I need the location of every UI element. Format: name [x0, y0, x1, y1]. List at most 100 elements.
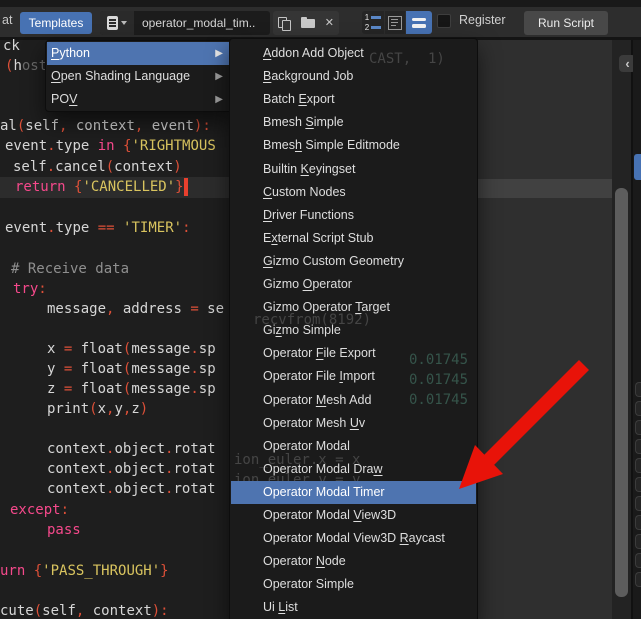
register-checkbox[interactable]	[437, 14, 451, 28]
code-line: y = float(message.sp	[47, 359, 216, 379]
menu-item-python[interactable]: Python ▶	[47, 42, 231, 65]
menu-item-gizmo-operator-target[interactable]: Gizmo Operator Target	[231, 296, 476, 319]
menu-item-label: POV	[51, 88, 77, 111]
menu-item-label: Gizmo Operator Target	[263, 296, 390, 319]
menu-item-label: Operator Modal Draw	[263, 458, 383, 481]
menu-item-label: Operator Modal	[263, 435, 350, 458]
syntax-highlight-toggle[interactable]	[406, 11, 432, 34]
clipped-tab-stub	[635, 496, 641, 511]
code-line: cute(self, context):	[0, 601, 169, 619]
unlink-x-icon[interactable]: ✕	[325, 18, 334, 29]
code-line: context.object.rotat	[47, 479, 216, 499]
menu-item-external-script-stub[interactable]: External Script Stub	[231, 227, 476, 250]
menu-item-custom-nodes[interactable]: Custom Nodes	[231, 181, 476, 204]
menu-item-bmesh-simple[interactable]: Bmesh Simple	[231, 111, 476, 134]
clipped-tab-stub	[635, 515, 641, 530]
clipped-tab-stub	[635, 534, 641, 549]
menu-item-label: Bmesh Simple Editmode	[263, 134, 400, 157]
dropdown-chevron-icon	[121, 21, 127, 25]
code-line: try:	[13, 279, 47, 299]
blender-text-editor: at Templates operator_modal_tim.. ✕ 1 2 …	[0, 0, 641, 619]
menu-item-operator-modal[interactable]: Operator Modal	[231, 435, 476, 458]
copy-new-icon[interactable]	[278, 17, 291, 30]
menu-item-label: Builtin Keyingset	[263, 158, 355, 181]
line-numbers-icon: 1 2	[365, 14, 381, 32]
menu-item-background-job[interactable]: Background Job	[231, 65, 476, 88]
menu-item-operator-modal-view3d[interactable]: Operator Modal View3D	[231, 504, 476, 527]
code-line: al(self, context, event):	[0, 116, 211, 136]
menu-item-pov[interactable]: POV▶	[47, 88, 231, 111]
clipped-header-text: at	[2, 13, 12, 27]
menu-item-label: Operator Node	[263, 550, 346, 573]
menu-item-label: Addon Add Object	[263, 42, 364, 65]
code-line: except:	[10, 500, 69, 520]
menu-item-ui-list[interactable]: Ui List	[231, 596, 476, 619]
top-strip	[0, 0, 641, 7]
scrollbar-thumb[interactable]	[615, 188, 628, 597]
code-line: urn {'PASS_THROUGH'}	[0, 561, 169, 581]
word-wrap-icon	[388, 16, 402, 30]
menu-item-label: Operator Modal View3D Raycast	[263, 527, 445, 550]
menu-item-label: Python	[51, 42, 90, 65]
menu-item-gizmo-operator[interactable]: Gizmo Operator	[231, 273, 476, 296]
menu-item-label: External Script Stub	[263, 227, 373, 250]
code-line: x = float(message.sp	[47, 339, 216, 359]
run-script-button[interactable]: Run Script	[524, 11, 608, 35]
menu-item-operator-modal-view3d-raycast[interactable]: Operator Modal View3D Raycast	[231, 527, 476, 550]
menu-item-label: Gizmo Simple	[263, 319, 341, 342]
menu-item-gizmo-custom-geometry[interactable]: Gizmo Custom Geometry	[231, 250, 476, 273]
menu-item-label: Operator File Import	[263, 365, 375, 388]
line-numbers-toggle[interactable]: 1 2	[362, 11, 384, 34]
text-cursor	[184, 178, 188, 196]
menu-item-label: Batch Export	[263, 88, 335, 111]
text-datablock-selector[interactable]: operator_modal_tim..	[100, 11, 270, 35]
right-editor-panel	[478, 40, 612, 619]
menu-item-operator-modal-timer[interactable]: Operator Modal Timer	[231, 481, 476, 504]
right-panel-line-highlight	[478, 179, 612, 198]
submenu-arrow-icon: ▶	[215, 65, 223, 88]
menu-item-batch-export[interactable]: Batch Export	[231, 88, 476, 111]
menu-item-label: Operator Modal View3D	[263, 504, 396, 527]
clipped-tab-stub	[635, 572, 641, 587]
menu-item-operator-file-export[interactable]: Operator File Export	[231, 342, 476, 365]
code-line: z = float(message.sp	[47, 379, 216, 399]
register-label: Register	[459, 13, 506, 27]
datablock-browse-button[interactable]	[100, 11, 134, 35]
menu-item-gizmo-simple[interactable]: Gizmo Simple	[231, 319, 476, 342]
menu-item-operator-modal-draw[interactable]: Operator Modal Draw	[231, 458, 476, 481]
menu-item-label: Operator Simple	[263, 573, 354, 596]
menu-item-label: Background Job	[263, 65, 353, 88]
clipped-tab-stub	[635, 439, 641, 454]
code-line: context.object.rotat	[47, 439, 216, 459]
menu-item-operator-mesh-uv[interactable]: Operator Mesh Uv	[231, 412, 476, 435]
menu-item-open-shading-language[interactable]: Open Shading Language ▶	[47, 65, 231, 88]
menu-item-label: Gizmo Operator	[263, 273, 352, 296]
code-line: # Receive data	[11, 259, 129, 279]
submenu-arrow-icon: ▶	[215, 42, 223, 65]
open-folder-icon[interactable]	[301, 17, 315, 29]
menu-item-operator-file-import[interactable]: Operator File Import	[231, 365, 476, 388]
menu-item-label: Operator Mesh Add	[263, 389, 371, 412]
clipped-tab-stub	[635, 553, 641, 568]
menu-item-label: Operator File Export	[263, 342, 376, 365]
templates-menu-button[interactable]: Templates	[20, 12, 92, 34]
code-line: event.type == 'TIMER':	[5, 218, 191, 238]
clipped-tab-stub	[635, 458, 641, 473]
menu-item-operator-simple[interactable]: Operator Simple	[231, 573, 476, 596]
menu-item-operator-mesh-add[interactable]: Operator Mesh Add	[231, 389, 476, 412]
code-line: return {'CANCELLED'}	[15, 177, 184, 197]
word-wrap-toggle[interactable]	[385, 11, 405, 34]
menu-item-bmesh-simple-editmode[interactable]: Bmesh Simple Editmode	[231, 134, 476, 157]
datablock-action-group: ✕	[273, 11, 339, 35]
syntax-highlight-icon	[412, 18, 426, 28]
menu-item-driver-functions[interactable]: Driver Functions	[231, 204, 476, 227]
menu-item-operator-node[interactable]: Operator Node	[231, 550, 476, 573]
clipped-tab-stub	[635, 420, 641, 435]
menu-item-label: Driver Functions	[263, 204, 354, 227]
clipped-tab-stub	[635, 382, 641, 397]
menu-item-addon-add-object[interactable]: Addon Add Object	[231, 42, 476, 65]
menu-item-builtin-keyingset[interactable]: Builtin Keyingset	[231, 158, 476, 181]
menu-item-label: Open Shading Language	[51, 65, 190, 88]
datablock-name-field[interactable]: operator_modal_tim..	[134, 16, 270, 30]
code-line: event.type in {'RIGHTMOUS	[5, 136, 216, 156]
